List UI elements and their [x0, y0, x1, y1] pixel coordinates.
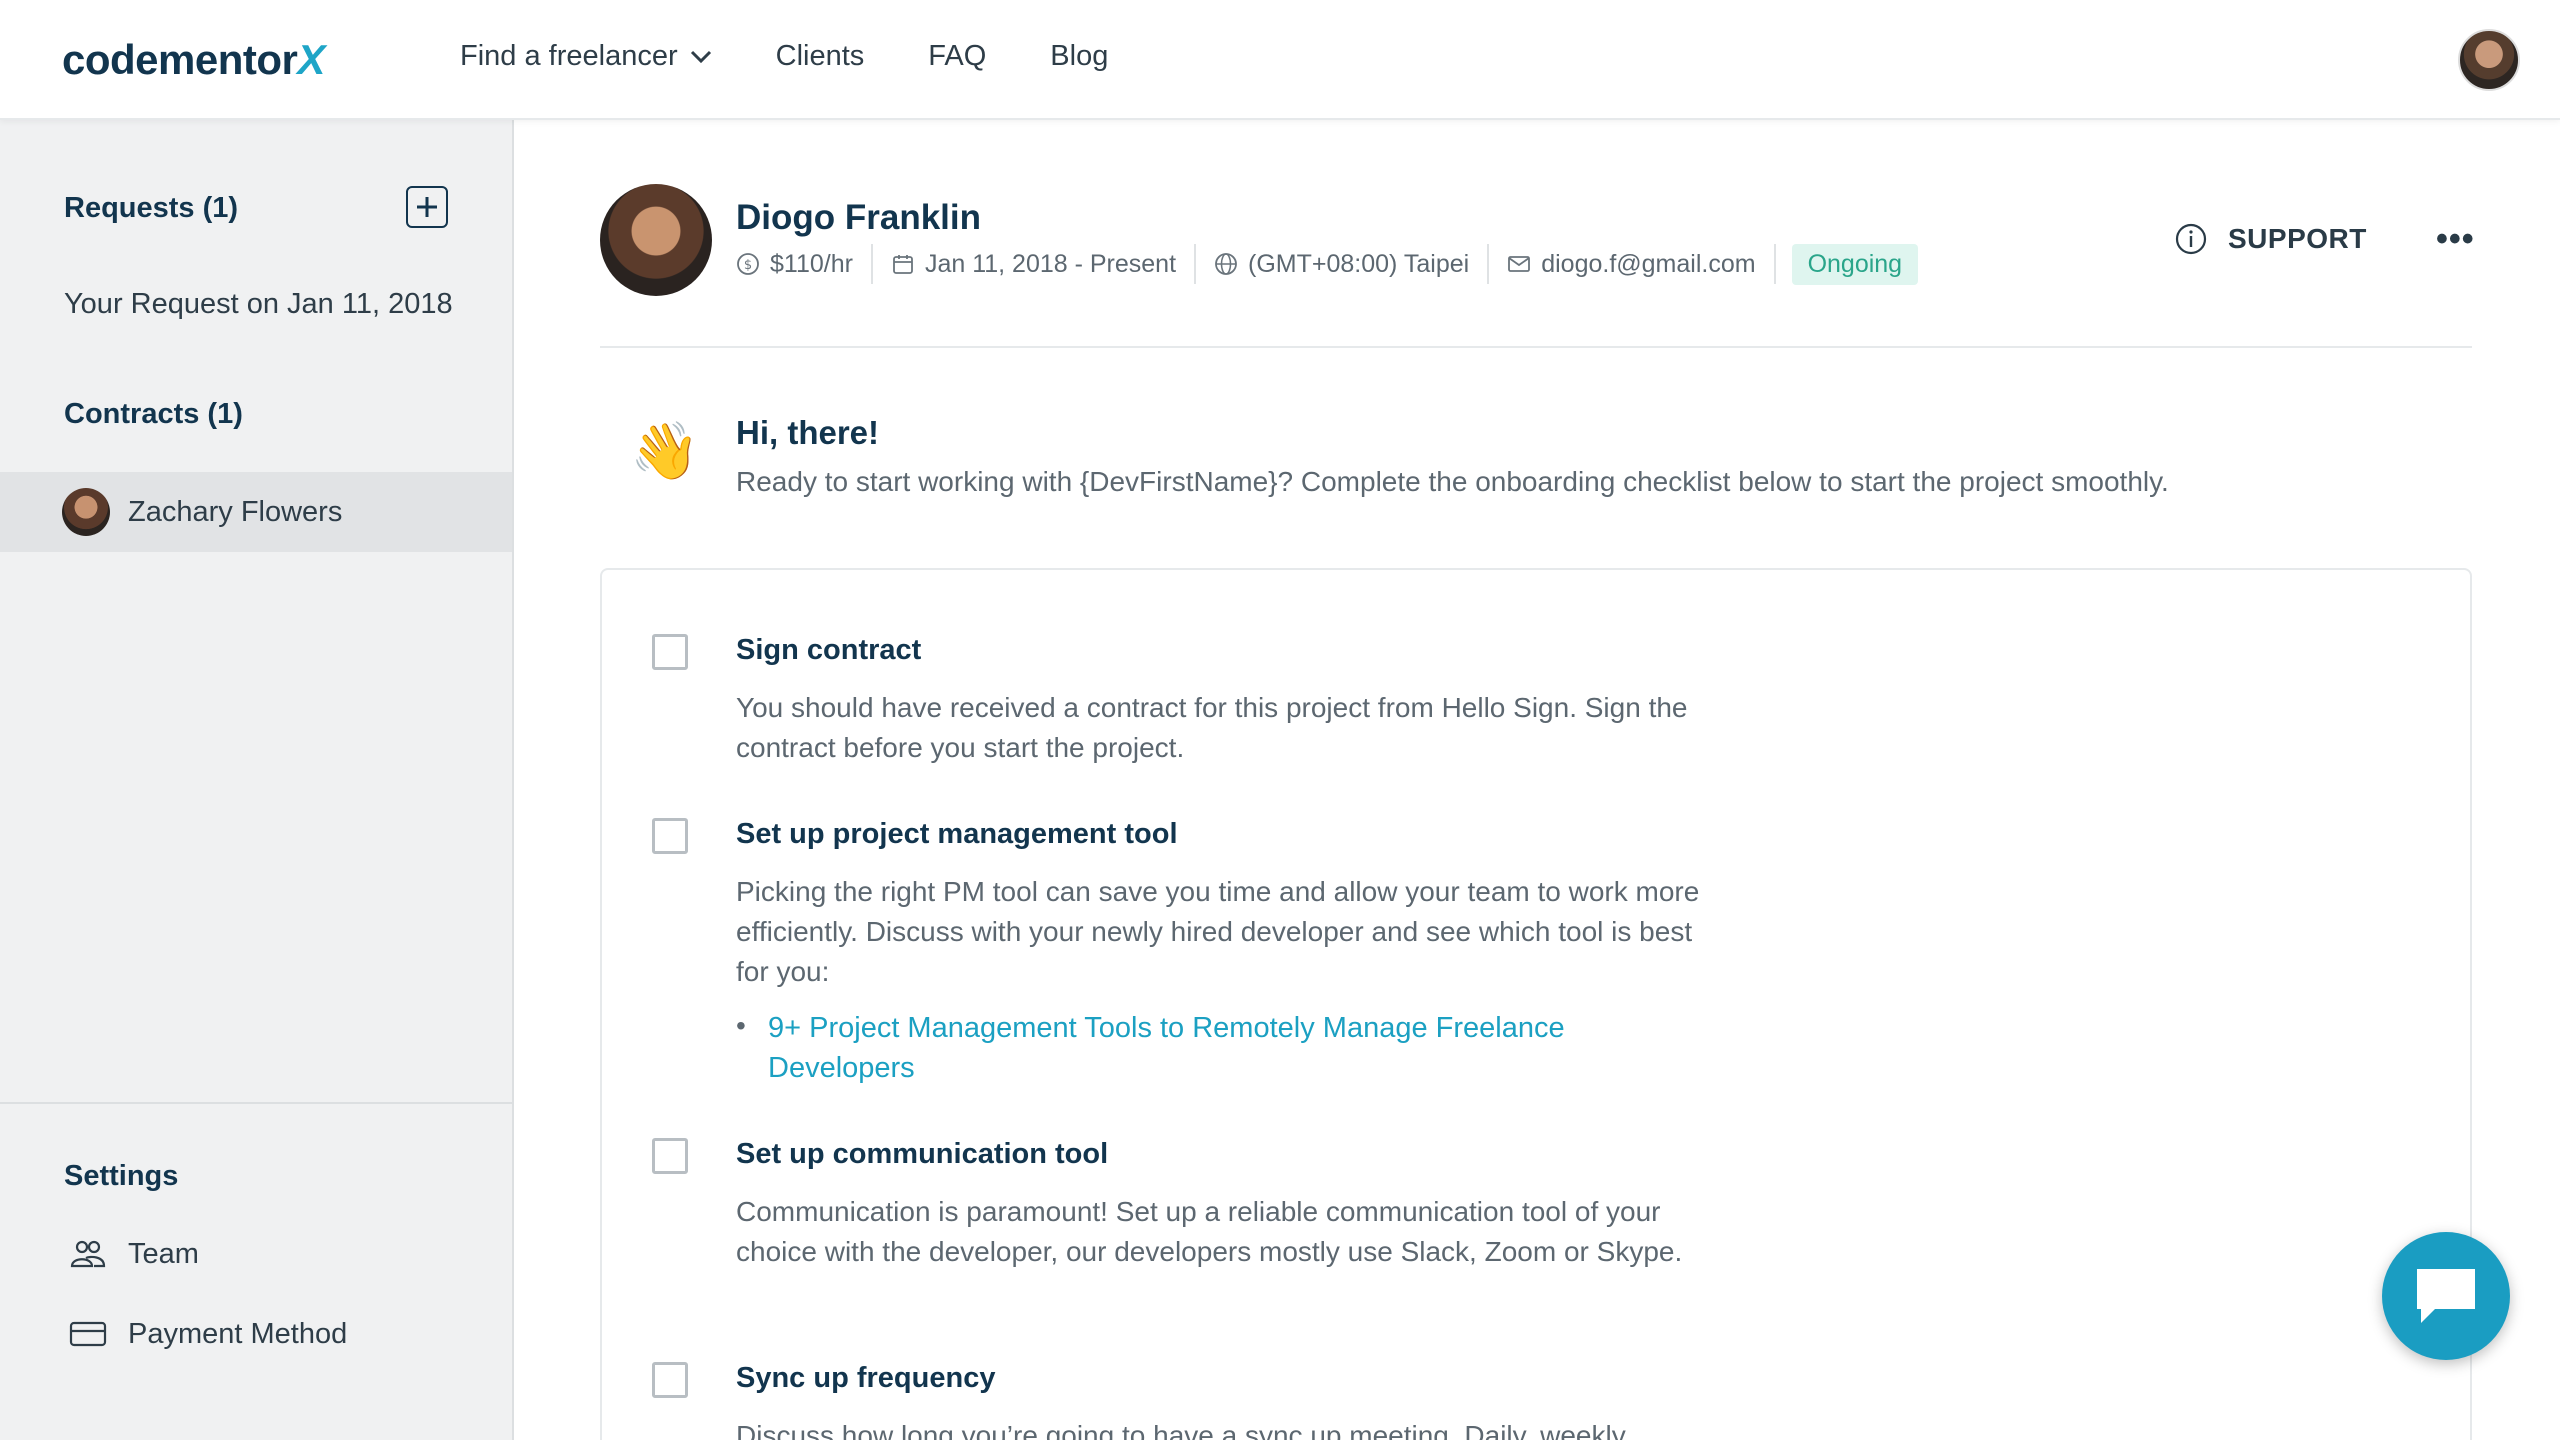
support-button[interactable]: SUPPORT [2174, 222, 2367, 256]
chevron-down-icon [690, 50, 711, 63]
waving-hand-icon: 👋 [630, 419, 700, 482]
dollar-circle-icon: $ [737, 253, 759, 275]
nav-clients[interactable]: Clients [776, 40, 865, 73]
add-request-button[interactable] [406, 186, 448, 228]
nav-find-freelancer[interactable]: Find a freelancer [460, 40, 712, 73]
sidebar-divider [0, 1102, 512, 1104]
rate-item: $ $110/hr [736, 244, 873, 284]
pm-tools-article-link[interactable]: 9+ Project Management Tools to Remotely … [768, 1008, 1668, 1088]
team-icon [70, 1240, 106, 1268]
info-icon [2175, 223, 2207, 255]
checklist-desc: Discuss how long you’re going to have a … [736, 1420, 1626, 1440]
main-nav: Find a freelancer Clients FAQ Blog [460, 40, 1108, 73]
rate-text: $110/hr [770, 249, 853, 278]
checklist-title: Set up project management tool [736, 818, 1178, 850]
checkbox-sync-frequency[interactable] [652, 1362, 688, 1398]
globe-icon [1215, 253, 1237, 275]
support-label: SUPPORT [2228, 223, 2367, 254]
timezone-text: (GMT+08:00) Taipei [1248, 249, 1470, 278]
contract-avatar [62, 488, 110, 536]
logo[interactable]: codementorX [62, 36, 325, 84]
sidebar-item-payment[interactable]: Payment Method [128, 1318, 347, 1351]
checkbox-sign-contract[interactable] [652, 634, 688, 670]
email-text[interactable]: diogo.f@gmail.com [1541, 250, 1755, 279]
contracts-heading: Contracts (1) [64, 398, 243, 430]
requests-heading: Requests (1) [64, 192, 239, 224]
checklist-desc: Communication is paramount! Set up a rel… [736, 1196, 1683, 1267]
checklist-title: Sync up frequency [736, 1362, 996, 1394]
freelancer-name: Diogo Franklin [736, 198, 981, 237]
sidebar-item-contract-label[interactable]: Zachary Flowers [128, 496, 342, 529]
status-badge: Ongoing [1791, 243, 1919, 285]
calendar-icon [893, 255, 913, 274]
list-bullet: • [736, 1010, 746, 1041]
user-avatar[interactable] [2458, 29, 2520, 91]
checklist-title: Set up communication tool [736, 1138, 1109, 1170]
settings-heading: Settings [64, 1160, 179, 1192]
checklist-title: Sign contract [736, 634, 922, 666]
chat-bubble-icon [2417, 1269, 2475, 1323]
sidebar: Requests (1) Your Request on Jan 11, 201… [0, 120, 514, 1440]
sidebar-item-request[interactable]: Your Request on Jan 11, 2018 [64, 288, 453, 321]
header-divider [600, 346, 2472, 348]
sidebar-item-team[interactable]: Team [128, 1238, 199, 1271]
nav-find-label: Find a freelancer [460, 40, 678, 72]
mail-icon [1508, 256, 1531, 272]
checkbox-communication-tool[interactable] [652, 1138, 688, 1174]
freelancer-meta: $ $110/hr Jan 11, 2018 - Present (GMT+08… [736, 242, 1919, 286]
more-options-button[interactable]: ••• [2436, 222, 2475, 256]
email-item: diogo.f@gmail.com [1489, 244, 1776, 284]
logo-x: X [297, 36, 325, 83]
checkbox-pm-tool[interactable] [652, 818, 688, 854]
dates-text: Jan 11, 2018 - Present [924, 249, 1177, 278]
credit-card-icon [69, 1321, 107, 1347]
top-navbar: codementorX Find a freelancer Clients FA… [0, 0, 2560, 120]
nav-faq[interactable]: FAQ [928, 40, 986, 73]
freelancer-avatar [600, 184, 712, 296]
logo-text: codementor [62, 36, 298, 83]
checklist-desc: Picking the right PM tool can save you t… [736, 876, 1700, 987]
timezone-item: (GMT+08:00) Taipei [1196, 244, 1490, 284]
greeting-subtitle: Ready to start working with {DevFirstNam… [736, 466, 2169, 497]
dates-item: Jan 11, 2018 - Present [873, 244, 1197, 284]
chat-button[interactable] [2382, 1232, 2510, 1360]
plus-icon [417, 197, 437, 217]
checklist-desc: You should have received a contract for … [736, 692, 1688, 763]
svg-text:$: $ [744, 258, 752, 273]
greeting-title: Hi, there! [736, 414, 880, 451]
nav-blog[interactable]: Blog [1050, 40, 1108, 73]
